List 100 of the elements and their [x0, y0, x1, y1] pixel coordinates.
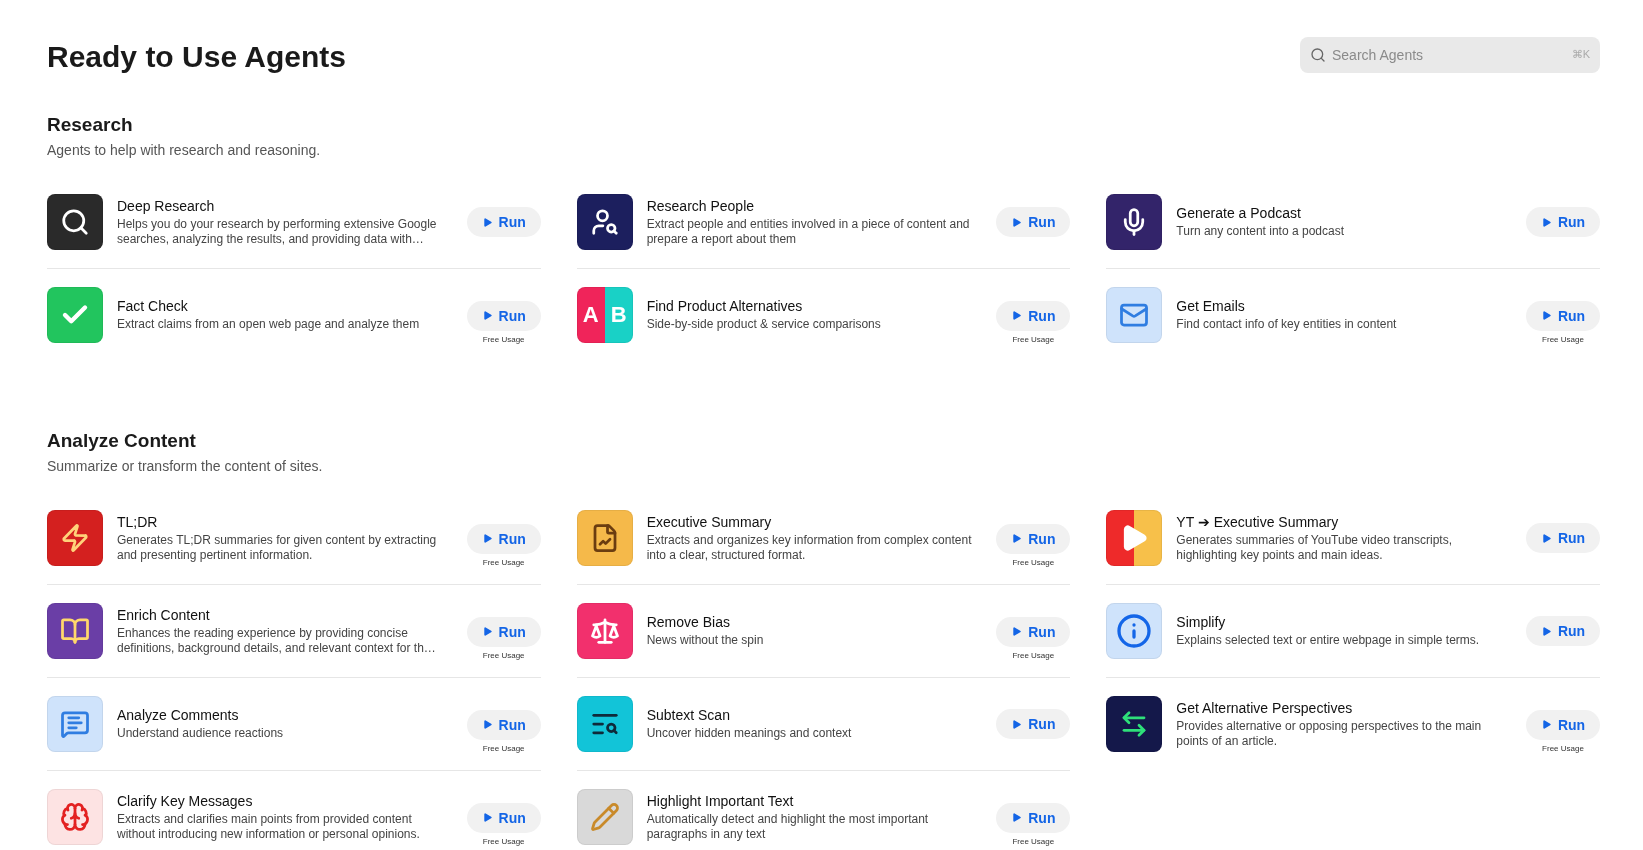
- agent-description: Generates TL;DR summaries for given content by extracting and presenting pertinent information.: [117, 532, 438, 563]
- agent-description: Helps you do your research by performing extensive Google searches, analyzing the results, and providing data with…: [117, 216, 438, 247]
- section-subtitle: Summarize or transform the content of sites.: [47, 458, 324, 474]
- play-icon: [1011, 718, 1023, 730]
- agent-name: Clarify Key Messages: [117, 792, 254, 809]
- checkmark-icon: [47, 287, 103, 343]
- play-icon: [1011, 533, 1023, 544]
- usage-note: Free Usage: [1012, 557, 1055, 567]
- usage-note: Free Usage: [1012, 650, 1055, 660]
- usage-note: Free Usage: [1012, 334, 1055, 344]
- play-icon: [1011, 812, 1023, 823]
- run-button[interactable]: Run: [466, 207, 541, 237]
- play-icon: [1011, 216, 1023, 228]
- run-button[interactable]: Run: [1526, 616, 1600, 646]
- swap-arrows-icon: [1106, 696, 1163, 752]
- agent-name: Generate a Podcast: [1176, 205, 1302, 221]
- agent-name: Analyze Comments: [117, 707, 240, 723]
- agent-name: Get Alternative Perspectives: [1176, 699, 1354, 716]
- agent-description: Find contact info of key entities in content: [1176, 317, 1398, 332]
- text-search-icon: [576, 696, 633, 752]
- usage-note: Free Usage: [482, 743, 525, 753]
- play-icon: [481, 719, 493, 730]
- run-button[interactable]: Run: [466, 523, 541, 554]
- agent-description: Explains selected text or entire webpage in simple terms.: [1176, 633, 1481, 648]
- agent-name: Simplify: [1176, 614, 1227, 630]
- play-icon: [1540, 532, 1552, 544]
- run-button[interactable]: Run: [466, 616, 541, 647]
- magnifier-icon: [47, 194, 103, 250]
- run-button[interactable]: Run: [1526, 207, 1600, 237]
- agent-name: Find Product Alternatives: [646, 298, 804, 314]
- scales-icon: [576, 603, 633, 659]
- agent-name: YT ➔ Executive Summary: [1176, 513, 1340, 530]
- run-button[interactable]: Run: [466, 802, 541, 833]
- agent-description: Uncover hidden meanings and context: [646, 726, 853, 741]
- run-button[interactable]: Run: [466, 709, 541, 740]
- play-icon: [481, 533, 493, 544]
- agent-description: News without the spin: [646, 633, 765, 648]
- usage-note: Free Usage: [482, 836, 525, 846]
- play-icon: [481, 216, 493, 228]
- usage-note: Free Usage: [1542, 334, 1584, 344]
- pencil-icon: [576, 789, 633, 845]
- play-icon: [1011, 310, 1023, 321]
- run-button[interactable]: Run: [466, 300, 541, 331]
- run-button[interactable]: Run: [996, 300, 1071, 331]
- agent-name: Subtext Scan: [646, 707, 731, 723]
- section-title: Research: [47, 114, 134, 136]
- play-icon: [481, 626, 493, 637]
- split-tile-icon: A B: [576, 287, 633, 343]
- agent-name: Get Emails: [1176, 298, 1246, 314]
- run-button[interactable]: Run: [1526, 300, 1600, 331]
- run-button[interactable]: Run: [996, 616, 1071, 647]
- usage-note: Free Usage: [1012, 836, 1055, 846]
- agent-description: Automatically detect and highlight the most important paragraphs in any text: [646, 811, 930, 842]
- play-icon: [1011, 626, 1023, 637]
- run-button[interactable]: Run: [996, 802, 1071, 833]
- book-icon: [47, 603, 103, 659]
- agent-description: Extract people and entities involved in a piece of content and prepare a report about them: [646, 216, 971, 247]
- usage-note: Free Usage: [482, 557, 525, 567]
- agent-name: Remove Bias: [646, 614, 731, 630]
- agent-description: Enhances the reading experience by providing concise definitions, background details, and relevant context for th…: [117, 625, 437, 656]
- info-icon: [1106, 603, 1163, 659]
- shortcut-hint: ⌘K: [1571, 48, 1590, 61]
- agent-name: TL;DR: [117, 513, 159, 530]
- play-icon: [481, 310, 493, 321]
- document-chart-icon: [576, 510, 633, 566]
- play-icon: [1540, 310, 1552, 321]
- agent-description: Generates summaries of YouTube video transcripts, highlighting key points and main ideas.: [1176, 532, 1454, 563]
- usage-note: Free Usage: [482, 334, 525, 344]
- usage-note: Free Usage: [482, 650, 525, 660]
- agent-name: Executive Summary: [646, 513, 773, 530]
- play-document-icon: [1106, 510, 1163, 566]
- run-button[interactable]: Run: [1526, 709, 1600, 740]
- agent-description: Turn any content into a podcast: [1176, 224, 1345, 239]
- play-icon: [1540, 719, 1552, 730]
- page-title: Ready to Use Agents: [47, 40, 346, 74]
- agent-description: Extracts and clarifies main points from provided content without introducing new information or personal opinions.: [117, 811, 421, 842]
- agent-name: Enrich Content: [117, 606, 211, 623]
- agent-name: Fact Check: [117, 298, 189, 314]
- play-icon: [481, 812, 493, 823]
- usage-note: Free Usage: [1542, 743, 1584, 753]
- microphone-icon: [1106, 194, 1163, 250]
- run-button[interactable]: Run: [996, 709, 1071, 739]
- lightning-icon: [47, 510, 103, 566]
- agent-description: Extract claims from an open web page and analyze them: [117, 317, 421, 332]
- search-icon: [1310, 47, 1326, 63]
- agent-description: Side-by-side product & service comparisons: [646, 317, 882, 332]
- run-button[interactable]: Run: [996, 207, 1071, 237]
- agent-description: Extracts and organizes key information from complex content into a clear, structured format.: [646, 532, 973, 563]
- run-button[interactable]: Run: [996, 523, 1071, 554]
- person-search-icon: [576, 194, 633, 250]
- run-button[interactable]: Run: [1526, 523, 1600, 553]
- agent-name: Research People: [646, 197, 756, 214]
- agent-description: Provides alternative or opposing perspectives to the main points of an article.: [1176, 718, 1483, 749]
- play-icon: [1540, 625, 1552, 637]
- envelope-icon: [1106, 287, 1163, 343]
- section-subtitle: Agents to help with research and reasoning.: [47, 142, 322, 158]
- section-title: Analyze Content: [47, 430, 197, 452]
- chat-bubble-icon: [47, 696, 103, 752]
- agent-name: Deep Research: [117, 197, 216, 214]
- agent-name: Highlight Important Text: [646, 792, 795, 809]
